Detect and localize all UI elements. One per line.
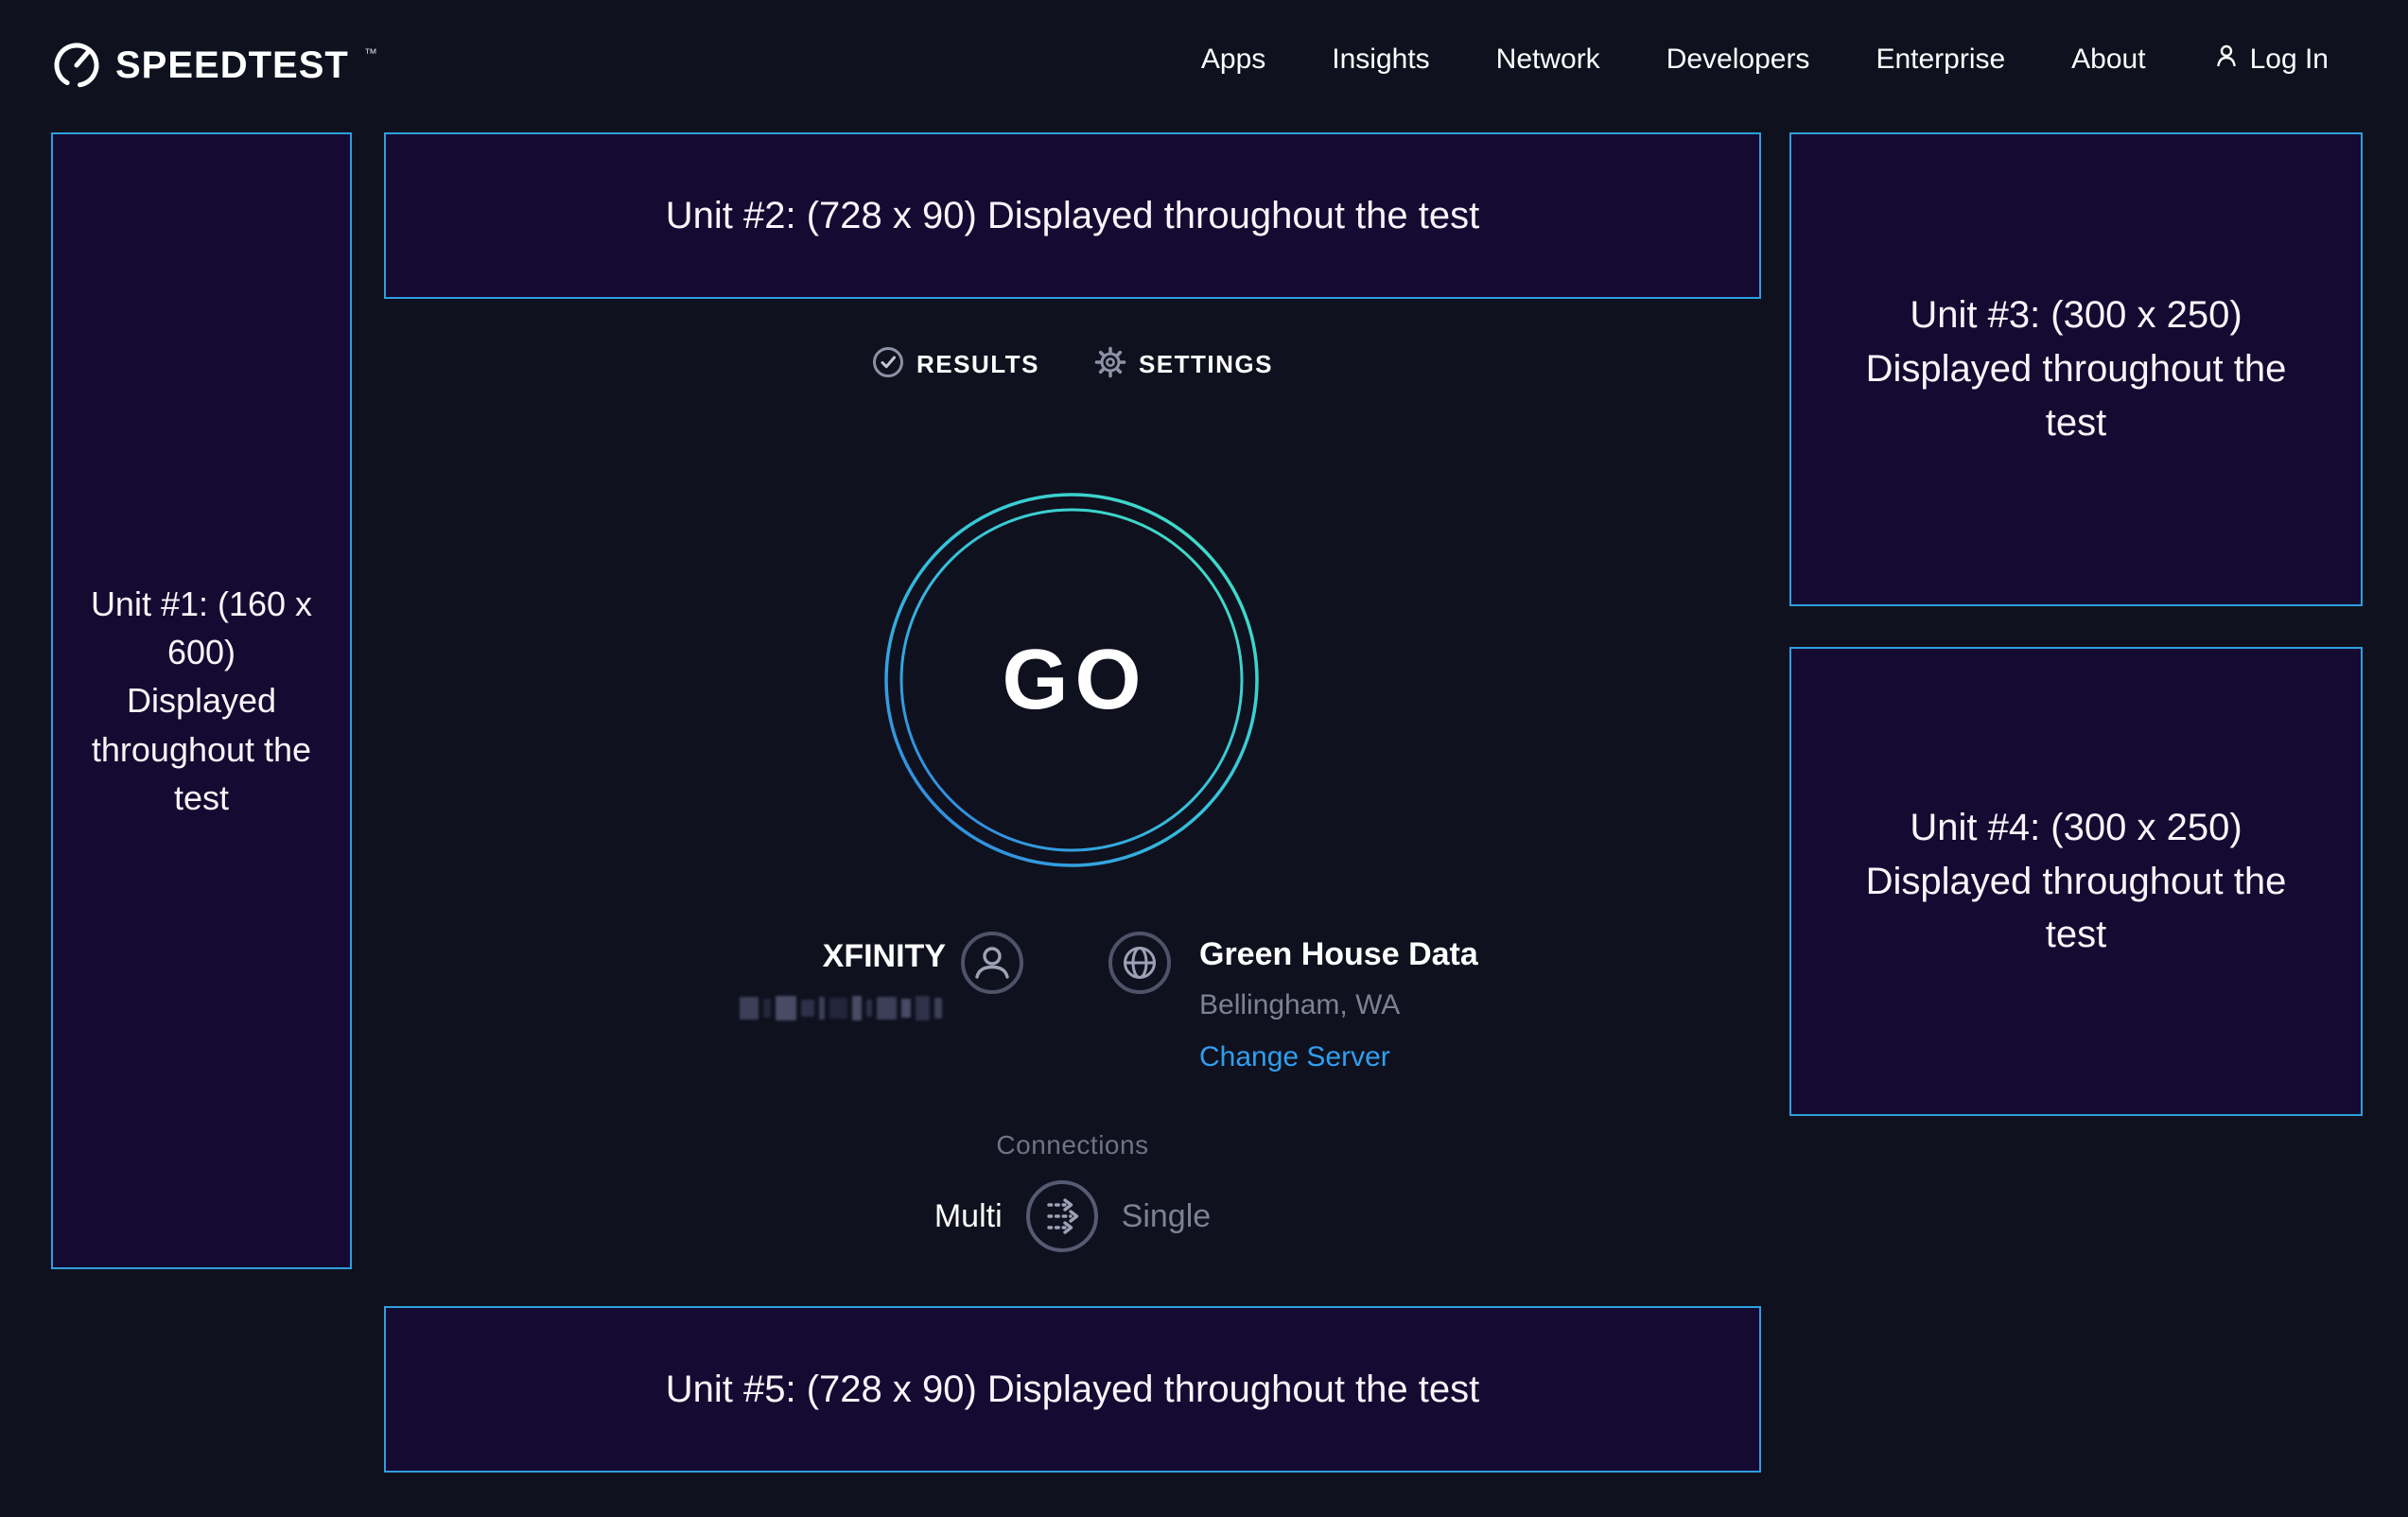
nav-item-enterprise[interactable]: Enterprise [1876,44,2005,76]
check-circle-icon [872,346,904,383]
speedtest-logo[interactable]: SPEEDTEST ™ [51,38,375,94]
speedtest-page: SPEEDTEST ™ Apps Insights Network Develo… [0,0,2408,1517]
nav-item-developers[interactable]: Developers [1666,44,1810,76]
tab-row: RESULTS [384,346,1761,383]
server-name: Green House Data [1199,936,1478,973]
go-label: GO [882,491,1261,869]
ad-unit-3: Unit #3: (300 x 250) Displayed throughou… [1789,132,2363,606]
change-server-link[interactable]: Change Server [1199,1041,1478,1073]
ad-unit-3-text: Unit #3: (300 x 250) Displayed throughou… [1863,288,2289,449]
isp-user-icon [960,931,1024,995]
login-button[interactable]: Log In [2212,42,2329,78]
isp-name: XFINITY [747,938,946,975]
redacted-ip-blur [740,993,942,1023]
logo-trademark: ™ [364,45,377,61]
ad-unit-1-text: Unit #1: (160 x 600) Displayed throughou… [88,580,315,822]
globe-icon [1108,931,1172,995]
tab-results[interactable]: RESULTS [872,346,1039,383]
connections-title: Connections [384,1130,1761,1160]
logo-text: SPEEDTEST [115,44,349,87]
ad-unit-2-text: Unit #2: (728 x 90) Displayed throughout… [666,189,1480,243]
connections-row: Multi Single [384,1179,1761,1253]
ad-unit-5-text: Unit #5: (728 x 90) Displayed throughout… [666,1363,1480,1417]
main-nav: Apps Insights Network Developers Enterpr… [1201,42,2329,78]
user-icon [2212,42,2241,78]
server-location: Bellingham, WA [1199,989,1478,1021]
speedometer-icon [51,38,102,94]
nav-item-network[interactable]: Network [1496,44,1600,76]
go-button[interactable]: GO [882,491,1261,869]
gear-icon [1094,346,1126,383]
connections-multi-option[interactable]: Multi [934,1198,1003,1235]
ad-unit-4: Unit #4: (300 x 250) Displayed throughou… [1789,647,2363,1116]
connections-single-option[interactable]: Single [1122,1198,1212,1235]
nav-item-apps[interactable]: Apps [1201,44,1265,76]
connections-section: Connections Multi Single [384,1130,1761,1253]
ad-unit-2: Unit #2: (728 x 90) Displayed throughout… [384,132,1761,299]
nav-item-insights[interactable]: Insights [1332,44,1429,76]
ad-unit-1: Unit #1: (160 x 600) Displayed throughou… [51,132,352,1269]
multi-connection-arrows-icon[interactable] [1025,1179,1099,1253]
server-block: Green House Data Bellingham, WA Change S… [1199,936,1478,1073]
tab-settings-label: SETTINGS [1139,350,1273,379]
tab-settings[interactable]: SETTINGS [1094,346,1273,383]
nav-item-about[interactable]: About [2071,44,2145,76]
ad-unit-5: Unit #5: (728 x 90) Displayed throughout… [384,1306,1761,1473]
login-label: Log In [2250,44,2329,76]
ad-unit-4-text: Unit #4: (300 x 250) Displayed throughou… [1863,801,2289,962]
tab-results-label: RESULTS [916,350,1039,379]
